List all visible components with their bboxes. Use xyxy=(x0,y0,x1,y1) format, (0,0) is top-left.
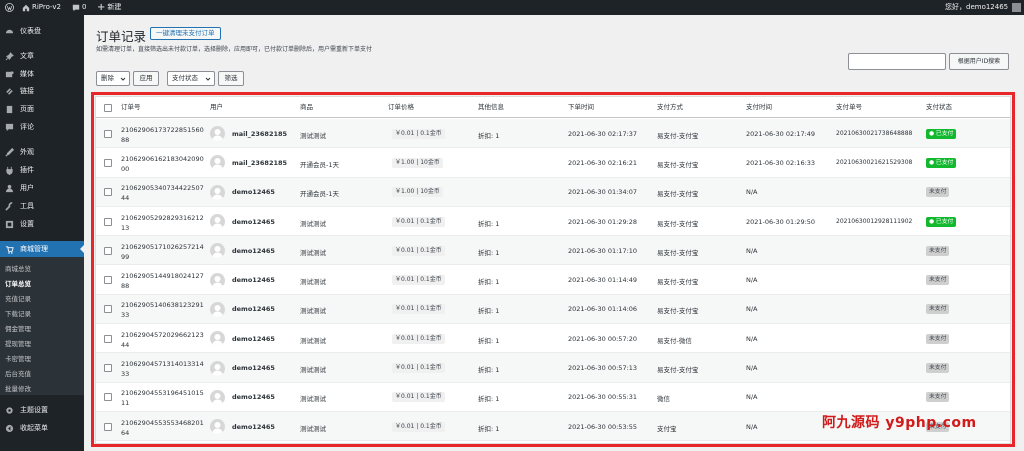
menu-label: 工具 xyxy=(20,202,34,210)
submenu-overview[interactable]: 商城总览 xyxy=(5,262,31,277)
menu-dashboard[interactable]: 仪表盘 xyxy=(0,23,84,39)
new-content-link[interactable]: + 新建 xyxy=(97,0,121,15)
user-icon xyxy=(4,183,14,193)
submenu-admin-recharge[interactable]: 后台充值 xyxy=(5,367,31,382)
page-title: 订单记录 xyxy=(96,29,147,44)
menu-appearance[interactable]: 外观 xyxy=(0,144,84,160)
menu-label: 设置 xyxy=(20,220,34,228)
current-menu-arrow xyxy=(80,245,84,253)
comment-icon xyxy=(4,122,14,132)
media-icon xyxy=(4,69,14,79)
menu-label: 文章 xyxy=(20,52,34,60)
greeting: 您好，demo12465 xyxy=(945,3,1009,11)
pay-status-value: 支付状态 xyxy=(172,74,198,82)
menu-tools[interactable]: 工具 xyxy=(0,198,84,214)
brush-icon xyxy=(4,147,14,157)
submenu-orders[interactable]: 订单总览 xyxy=(5,277,31,292)
pay-status-select[interactable]: 支付状态 xyxy=(167,71,215,86)
wordpress-logo-icon[interactable] xyxy=(5,0,14,15)
search-by-user-id-button[interactable]: 根据用户ID搜索 xyxy=(949,53,1009,70)
plugin-icon xyxy=(4,165,14,175)
bulk-action-value: 删除 xyxy=(101,74,114,82)
plus-icon: + xyxy=(97,2,106,13)
dashboard-icon xyxy=(4,26,14,36)
chevron-down-icon xyxy=(120,77,126,81)
admin-sidebar: 仪表盘 文章 媒体 链接 页面 评论 外观 插件 用户 工具 设置 商城管理 商… xyxy=(0,15,84,451)
menu-collapse[interactable]: 收起菜单 xyxy=(0,420,84,436)
link-icon xyxy=(4,86,14,96)
chevron-down-icon xyxy=(205,77,211,81)
account-menu[interactable]: 您好，demo12465 xyxy=(945,0,1022,15)
menu-media[interactable]: 媒体 xyxy=(0,66,84,82)
menu-comments[interactable]: 评论 xyxy=(0,119,84,135)
home-icon xyxy=(22,4,30,11)
wrench-icon xyxy=(4,201,14,211)
submenu-recharge[interactable]: 充值记录 xyxy=(5,292,31,307)
filter-button[interactable]: 筛选 xyxy=(218,71,244,86)
page-icon xyxy=(4,104,14,114)
menu-label: 用户 xyxy=(20,184,34,192)
comment-icon xyxy=(72,4,80,11)
menu-label: 仪表盘 xyxy=(20,27,41,35)
collapse-icon xyxy=(4,423,14,433)
comments-link[interactable]: 0 xyxy=(72,0,86,15)
menu-users[interactable]: 用户 xyxy=(0,180,84,196)
clear-unpaid-orders-button[interactable]: 一键清理未支付订单 xyxy=(150,27,221,40)
menu-settings[interactable]: 设置 xyxy=(0,216,84,232)
apply-button[interactable]: 应用 xyxy=(133,71,159,86)
menu-shop-management[interactable]: 商城管理 xyxy=(0,241,84,257)
menu-pages[interactable]: 页面 xyxy=(0,101,84,117)
comments-count: 0 xyxy=(82,3,87,11)
watermark: 阿九源码 y9php.com xyxy=(822,415,977,431)
avatar xyxy=(1012,3,1022,12)
menu-label: 插件 xyxy=(20,166,34,174)
user-id-search-input[interactable] xyxy=(848,53,946,70)
menu-theme-settings[interactable]: 主题设置 xyxy=(0,402,84,418)
menu-label: 收起菜单 xyxy=(20,424,48,432)
admin-bar: RiPro-v2 0 + 新建 您好，demo12465 xyxy=(0,0,1024,15)
site-name: RiPro-v2 xyxy=(32,3,61,11)
submenu-withdraw[interactable]: 提现管理 xyxy=(5,337,31,352)
pin-icon xyxy=(4,51,14,61)
cart-icon xyxy=(4,244,14,254)
menu-label: 评论 xyxy=(20,123,34,131)
menu-posts[interactable]: 文章 xyxy=(0,48,84,64)
bulk-action-select[interactable]: 删除 xyxy=(96,71,130,86)
submenu-cardkeys[interactable]: 卡密管理 xyxy=(5,352,31,367)
new-label: 新建 xyxy=(107,3,122,11)
submenu-batch-edit[interactable]: 批量修改 xyxy=(5,382,31,397)
menu-label: 链接 xyxy=(20,87,34,95)
gear-icon xyxy=(4,405,14,415)
settings-icon xyxy=(4,219,14,229)
submenu-commission[interactable]: 佣金管理 xyxy=(5,322,31,337)
menu-label: 外观 xyxy=(20,148,34,156)
site-name-link[interactable]: RiPro-v2 xyxy=(22,0,61,15)
submenu-downloads[interactable]: 下载记录 xyxy=(5,307,31,322)
menu-label: 商城管理 xyxy=(20,245,48,253)
menu-links[interactable]: 链接 xyxy=(0,83,84,99)
menu-label: 媒体 xyxy=(20,70,34,78)
highlight-frame xyxy=(91,92,1015,447)
menu-plugins[interactable]: 插件 xyxy=(0,162,84,178)
page-intro: 如需清理订单，直接筛选出未付款订单，选择删除，应用即可，已付款订单删除后，用户需… xyxy=(96,46,373,53)
menu-label: 页面 xyxy=(20,105,34,113)
menu-label: 主题设置 xyxy=(20,406,48,414)
